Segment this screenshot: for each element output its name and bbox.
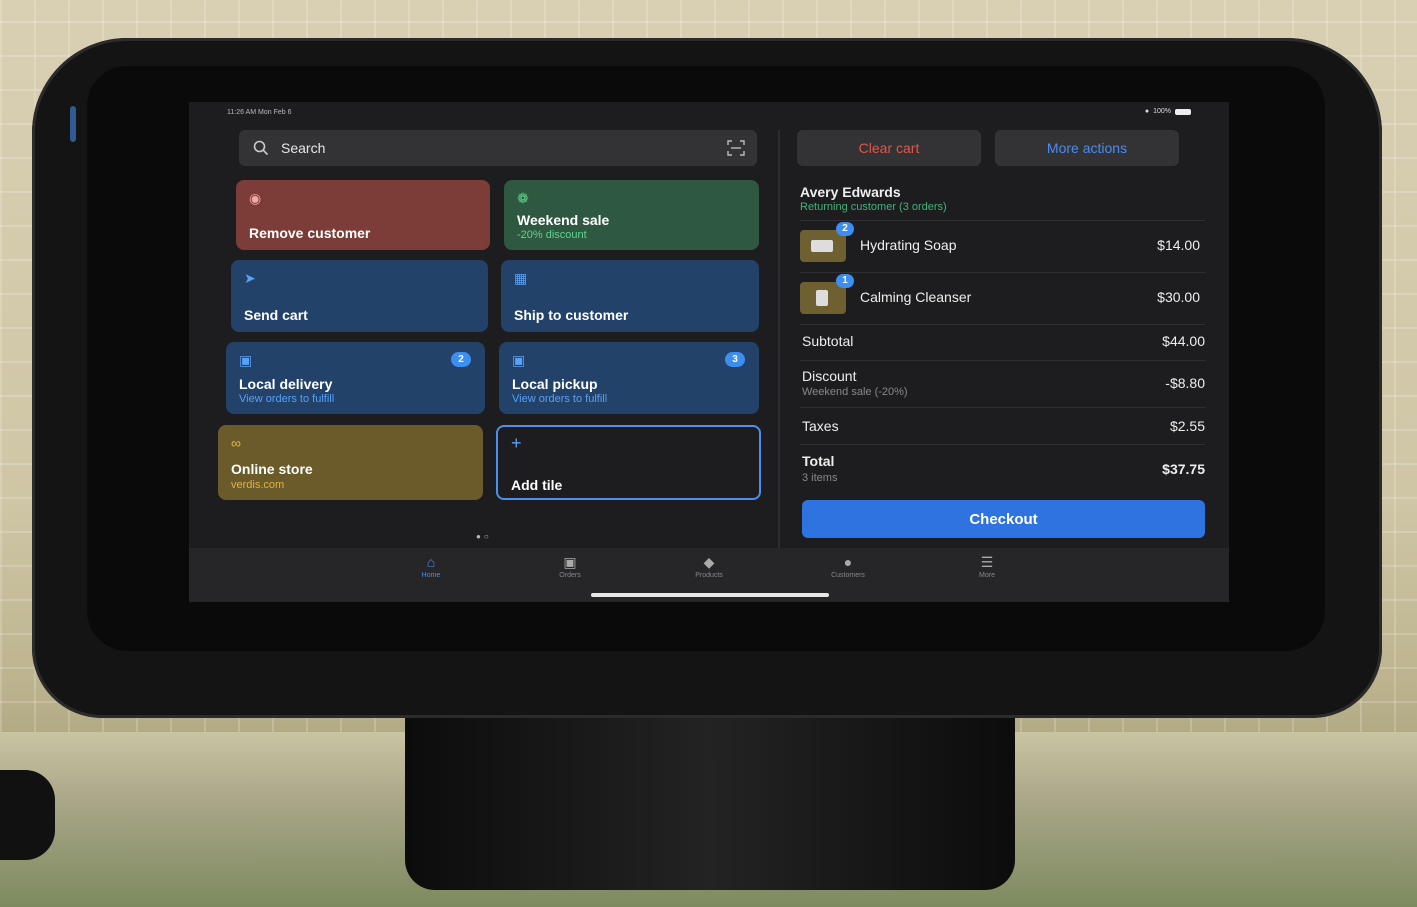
panel-divider	[778, 130, 780, 550]
orders-icon: ▣	[563, 554, 577, 570]
separator	[800, 360, 1205, 361]
bottom-tab-bar: ⌂ Home ▣ Orders ◆ Products ● Customers ☰…	[189, 548, 1229, 602]
subtotal-value: $44.00	[1162, 333, 1205, 349]
home-icon: ⌂	[426, 554, 436, 570]
tile-title: Add tile	[511, 477, 563, 493]
menu-icon: ☰	[980, 554, 994, 570]
tab-label: Customers	[831, 572, 865, 579]
quantity-badge: 2	[836, 222, 854, 236]
tab-label: Home	[421, 572, 441, 579]
tile-subtitle: verdis.com	[231, 479, 285, 491]
checkout-button[interactable]: Checkout	[802, 500, 1205, 538]
total-item-count: 3 items	[802, 472, 838, 484]
total-value: $37.75	[1162, 461, 1205, 477]
package-icon: ▦	[514, 270, 528, 286]
tile-local-pickup[interactable]: ▣ 3 Local pickup View orders to fulfill	[499, 342, 759, 414]
quantity-badge: 1	[836, 274, 854, 288]
search-icon	[253, 140, 269, 156]
tab-home[interactable]: ⌂ Home	[401, 554, 461, 579]
link-icon: ∞	[231, 435, 241, 451]
side-button	[70, 106, 76, 142]
tile-weekend-sale[interactable]: ❁ Weekend sale -20% discount	[504, 180, 759, 250]
tile-subtitle: -20% discount	[517, 229, 587, 241]
taxes-value: $2.55	[1169, 418, 1205, 434]
separator	[800, 220, 1205, 221]
tab-orders[interactable]: ▣ Orders	[540, 554, 600, 579]
checkout-label: Checkout	[969, 510, 1038, 528]
tile-subtitle: View orders to fulfill	[239, 393, 335, 405]
total-label: Total	[802, 453, 835, 469]
item-price: $30.00	[1157, 289, 1200, 305]
card-reader	[0, 770, 55, 860]
tile-count-badge: 3	[725, 352, 745, 367]
tab-label: Orders	[559, 572, 581, 579]
tab-more[interactable]: ☰ More	[957, 554, 1017, 579]
separator	[800, 324, 1205, 325]
page-indicator: ●○	[476, 532, 492, 541]
home-indicator[interactable]	[591, 593, 829, 597]
discount-label: Discount	[802, 368, 857, 384]
wifi-icon: ●	[1144, 108, 1150, 115]
tile-online-store[interactable]: ∞ Online store verdis.com	[218, 425, 483, 500]
item-name: Hydrating Soap	[860, 237, 957, 253]
status-indicators: ● 100%	[1145, 108, 1191, 115]
search-bar[interactable]: Search	[239, 130, 757, 166]
tile-title: Ship to customer	[514, 307, 629, 323]
truck-icon: ▣	[239, 352, 253, 368]
tablet-screen: 11:26 AM Mon Feb 6 ● 100% Search ◉ Remov…	[189, 102, 1229, 602]
tile-ship-to-customer[interactable]: ▦ Ship to customer	[501, 260, 759, 332]
more-actions-button[interactable]: More actions	[995, 130, 1179, 166]
search-placeholder: Search	[281, 140, 326, 156]
item-price: $14.00	[1157, 237, 1200, 253]
separator	[800, 407, 1205, 408]
cart-line-item[interactable]: 1 Calming Cleanser $30.00	[800, 274, 1200, 319]
tile-title: Weekend sale	[517, 212, 610, 228]
battery-percent: 100%	[1153, 108, 1171, 115]
tile-subtitle: View orders to fulfill	[512, 393, 608, 405]
tile-add-tile[interactable]: + Add tile	[496, 425, 761, 500]
tab-customers[interactable]: ● Customers	[818, 554, 878, 579]
tag-icon: ◆	[703, 554, 715, 570]
tab-label: More	[979, 572, 995, 579]
tab-label: Products	[695, 572, 723, 579]
cart-line-item[interactable]: 2 Hydrating Soap $14.00	[800, 222, 1200, 267]
more-actions-label: More actions	[1046, 140, 1128, 156]
item-name: Calming Cleanser	[860, 289, 972, 305]
stand-base	[405, 690, 1015, 890]
tile-title: Remove customer	[249, 225, 371, 241]
tile-local-delivery[interactable]: ▣ 2 Local delivery View orders to fulfil…	[226, 342, 485, 414]
separator	[800, 444, 1205, 445]
discount-value: -$8.80	[1165, 375, 1205, 391]
tile-title: Online store	[231, 461, 313, 477]
tile-title: Send cart	[244, 307, 308, 323]
tile-count-badge: 2	[451, 352, 471, 367]
tab-products[interactable]: ◆ Products	[679, 554, 739, 579]
taxes-label: Taxes	[802, 418, 839, 434]
customer-status: Returning customer (3 orders)	[800, 201, 947, 213]
gear-icon: ❁	[517, 190, 529, 206]
person-icon: ◉	[249, 190, 262, 206]
separator	[800, 272, 1205, 273]
tile-title: Local pickup	[512, 376, 598, 392]
barcode-scan-icon[interactable]	[727, 140, 745, 156]
plus-icon: +	[511, 433, 522, 453]
person-icon: ●	[843, 554, 853, 570]
battery-icon	[1175, 108, 1191, 115]
tile-remove-customer[interactable]: ◉ Remove customer	[236, 180, 490, 250]
clear-cart-button[interactable]: Clear cart	[797, 130, 981, 166]
customer-name[interactable]: Avery Edwards	[800, 184, 901, 200]
status-time: 11:26 AM Mon Feb 6	[227, 109, 292, 116]
tile-send-cart[interactable]: ➤ Send cart	[231, 260, 488, 332]
subtotal-label: Subtotal	[802, 333, 854, 349]
tile-title: Local delivery	[239, 376, 333, 392]
clear-cart-label: Clear cart	[858, 140, 920, 156]
inbox-icon: ▣	[512, 352, 526, 368]
send-icon: ➤	[244, 270, 256, 286]
discount-detail: Weekend sale (-20%)	[802, 386, 908, 398]
